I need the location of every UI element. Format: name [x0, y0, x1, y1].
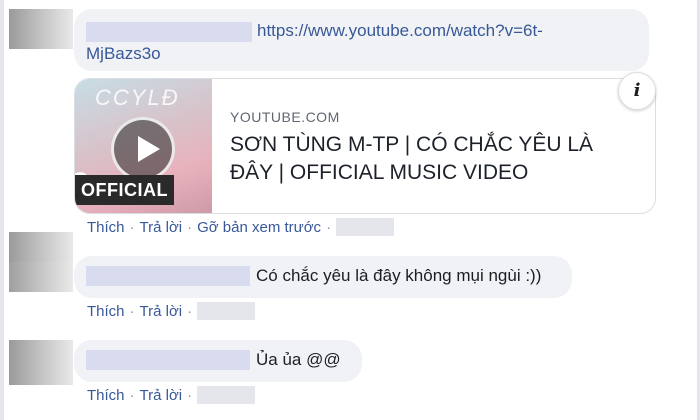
like-button[interactable]: Thích — [87, 387, 125, 404]
separator: · — [187, 218, 193, 236]
avatar[interactable] — [9, 232, 73, 262]
thumbnail-logo: CCYLĐ — [95, 85, 180, 110]
remove-preview-button[interactable]: Gỡ bản xem trước — [197, 219, 321, 236]
commenter-name-redacted[interactable] — [86, 22, 252, 42]
separator: · — [187, 386, 193, 404]
like-button[interactable]: Thích — [87, 303, 125, 320]
thumbnail-official-badge: OFFICIAL — [75, 175, 174, 205]
comment-actions: Thích · Trả lời · Gỡ bản xem trước · — [87, 218, 395, 236]
play-icon[interactable] — [111, 117, 175, 181]
separator: · — [326, 218, 332, 236]
separator: · — [187, 302, 193, 320]
timestamp-redacted[interactable] — [197, 302, 256, 320]
commenter-name-redacted[interactable] — [86, 266, 250, 286]
preview-title[interactable]: SƠN TÙNG M-TP | CÓ CHẮC YÊU LÀ ĐÂY | OFF… — [230, 131, 630, 187]
youtube-link-continued[interactable]: MjBazs3o — [86, 43, 161, 65]
reply-button[interactable]: Trả lời — [140, 387, 183, 404]
avatar[interactable] — [9, 340, 73, 385]
youtube-link[interactable]: https://www.youtube.com/watch?v=6t- — [257, 20, 543, 42]
reply-button[interactable]: Trả lời — [140, 303, 183, 320]
link-preview-card[interactable]: CCYLĐ ? OFFICIAL YOUTUBE.COM SƠN TÙNG M-… — [74, 78, 656, 214]
comment-actions: Thích · Trả lời · — [87, 302, 256, 320]
timestamp-redacted[interactable] — [336, 218, 395, 236]
reply-button[interactable]: Trả lời — [140, 219, 183, 236]
preview-site: YOUTUBE.COM — [230, 109, 340, 125]
separator: · — [129, 302, 135, 320]
comment-text: Ủa ủa @@ — [256, 350, 341, 369]
left-border — [0, 0, 4, 420]
info-icon[interactable]: i — [618, 72, 656, 110]
avatar[interactable] — [9, 9, 73, 49]
timestamp-redacted[interactable] — [197, 386, 256, 404]
separator: · — [129, 218, 135, 236]
like-button[interactable]: Thích — [87, 219, 125, 236]
separator: · — [129, 386, 135, 404]
video-thumbnail[interactable]: CCYLĐ ? OFFICIAL — [75, 79, 212, 213]
commenter-name-redacted[interactable] — [86, 350, 250, 370]
avatar[interactable] — [9, 262, 73, 292]
comment-actions: Thích · Trả lời · — [87, 386, 256, 404]
comment-text: Có chắc yêu là đây không mụi ngùi :)) — [256, 266, 542, 285]
